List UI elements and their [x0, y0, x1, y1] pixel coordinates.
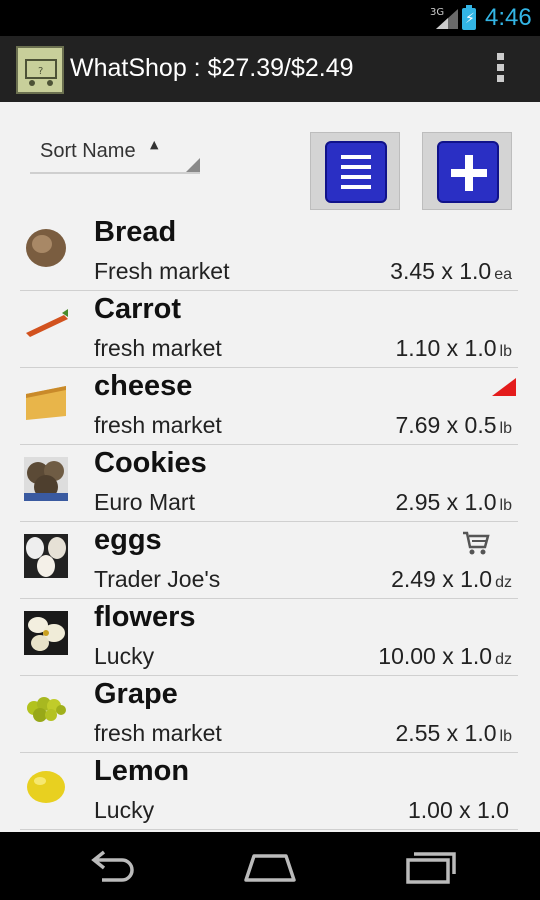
item-name: Lemon — [94, 755, 190, 787]
status-bar: 3G ⚡ 4:46 — [0, 0, 540, 36]
item-store: Fresh market — [94, 258, 230, 284]
item-store: Euro Mart — [94, 489, 195, 515]
flowers-thumbnail — [24, 611, 68, 655]
item-store: Lucky — [94, 797, 155, 823]
plus-icon — [437, 141, 499, 203]
dropdown-corner-icon — [186, 158, 200, 172]
svg-text:?: ? — [38, 66, 43, 77]
item-price: 1.00 x 1.0 — [407, 797, 509, 823]
item-price: 1.10 x 1.0 lb — [395, 335, 512, 361]
shopping-cart-icon — [463, 531, 490, 555]
shopping-list-content: Sort Name ▲ Bread Fresh market 3.45 x 1.… — [0, 102, 540, 832]
app-logo-icon[interactable]: ? — [16, 46, 64, 94]
item-name: Bread — [94, 216, 177, 248]
item-name: Grape — [94, 678, 178, 710]
clock: 4:46 — [485, 4, 532, 31]
item-store: fresh market — [94, 412, 222, 438]
item-price: 2.95 x 1.0 lb — [395, 489, 512, 515]
flag-marker-icon — [492, 378, 516, 396]
grape-thumbnail — [24, 688, 68, 732]
item-price: 3.45 x 1.0 ea — [390, 258, 512, 284]
sort-ascending-icon: ▲ — [150, 138, 159, 151]
item-store: fresh market — [94, 720, 222, 746]
list-view-button[interactable] — [310, 132, 400, 210]
recents-icon[interactable] — [400, 846, 460, 886]
list-icon — [325, 141, 387, 203]
item-price: 2.55 x 1.0 lb — [395, 720, 512, 746]
action-bar: ? WhatShop : $27.39/$2.49 — [0, 36, 540, 102]
item-store: Lucky — [94, 643, 155, 669]
navigation-bar — [0, 832, 540, 900]
sort-dropdown[interactable]: Sort Name ▲ — [30, 138, 200, 174]
item-name: Cookies — [94, 447, 207, 479]
item-name: cheese — [94, 370, 193, 402]
lemon-thumbnail — [24, 765, 68, 809]
app-title: WhatShop : $27.39/$2.49 — [70, 54, 354, 82]
item-name: eggs — [94, 524, 162, 556]
list-item[interactable]: eggs Trader Joe's 2.49 x 1.0 dz — [20, 522, 518, 599]
item-price: 7.69 x 0.5 lb — [395, 412, 512, 438]
item-store: fresh market — [94, 335, 222, 361]
signal-icon — [436, 9, 458, 29]
item-price: 10.00 x 1.0 dz — [378, 643, 512, 669]
overflow-menu-icon[interactable] — [492, 53, 508, 87]
back-icon[interactable] — [82, 846, 142, 886]
list-item[interactable]: Lemon Lucky 1.00 x 1.0 — [20, 753, 518, 830]
cookies-thumbnail — [24, 457, 68, 501]
carrot-thumbnail — [24, 303, 68, 347]
list-item[interactable]: Grape fresh market 2.55 x 1.0 lb — [20, 676, 518, 753]
cheese-thumbnail — [24, 380, 68, 424]
home-icon[interactable] — [240, 846, 300, 886]
item-store: Trader Joe's — [94, 566, 221, 592]
add-item-button[interactable] — [422, 132, 512, 210]
list-item[interactable]: Bread Fresh market 3.45 x 1.0 ea — [20, 214, 518, 291]
item-price: 2.49 x 1.0 dz — [391, 566, 512, 592]
item-name: Carrot — [94, 293, 182, 325]
item-name: flowers — [94, 601, 196, 633]
battery-icon: ⚡ — [462, 5, 476, 30]
list-item[interactable]: Carrot fresh market 1.10 x 1.0 lb — [20, 291, 518, 368]
list-item[interactable]: cheese fresh market 7.69 x 0.5 lb — [20, 368, 518, 445]
bread-thumbnail — [24, 226, 68, 270]
list-item[interactable]: flowers Lucky 10.00 x 1.0 dz — [20, 599, 518, 676]
list-item[interactable]: Cookies Euro Mart 2.95 x 1.0 lb — [20, 445, 518, 522]
sort-label: Sort Name — [40, 140, 136, 162]
eggs-thumbnail — [24, 534, 68, 578]
